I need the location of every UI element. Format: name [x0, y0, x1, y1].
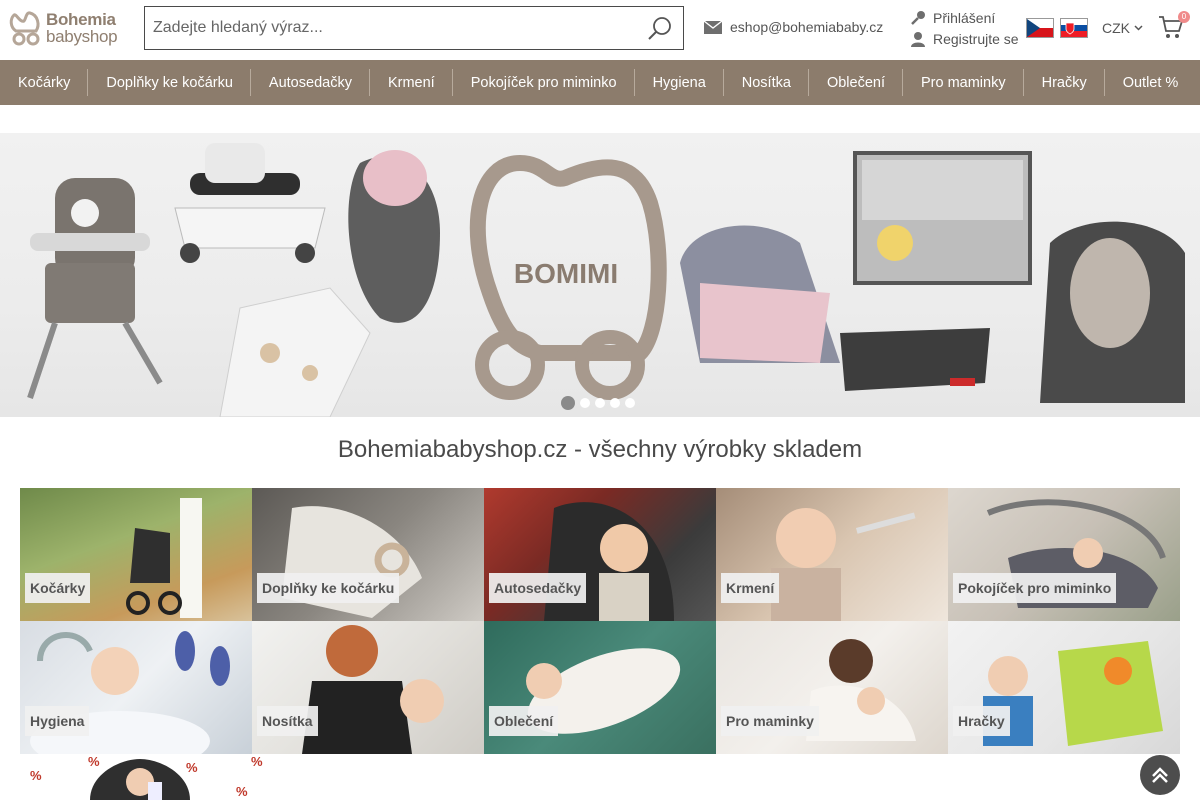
category-tile-doplnky-ke-kocarku[interactable]: Doplňky ke kočárku: [252, 488, 484, 621]
login-link[interactable]: Přihlášení: [910, 8, 1019, 28]
envelope-icon: [704, 20, 722, 34]
outlet-percent-mark: %: [236, 784, 248, 799]
logo-brand-text: Bohemia: [46, 10, 116, 29]
travel-cot-image: [853, 151, 1032, 285]
slovak-flag-icon[interactable]: [1060, 18, 1088, 38]
cart-button[interactable]: 0: [1158, 11, 1190, 42]
register-text: Registrujte se: [933, 31, 1019, 47]
hero-banner[interactable]: BOMIMI: [0, 133, 1200, 417]
chevron-up-icon: [1152, 767, 1168, 783]
category-tile-pro-maminky[interactable]: Pro maminky: [716, 621, 948, 754]
search-box: [144, 6, 684, 50]
login-text: Přihlášení: [933, 10, 996, 26]
cart-count-badge: 0: [1178, 11, 1190, 23]
category-tile-obleceni[interactable]: Oblečení: [484, 621, 716, 754]
user-icon: [911, 32, 925, 47]
nav-item-nositka[interactable]: Nosítka: [724, 60, 810, 105]
nav-item-pro-maminky[interactable]: Pro maminky: [903, 60, 1024, 105]
category-label: Hygiena: [25, 706, 90, 736]
category-tile-autosedacky[interactable]: Autosedačky: [484, 488, 716, 621]
category-tile-hracky[interactable]: Hračky: [948, 621, 1180, 754]
currency-selector[interactable]: CZK: [1102, 20, 1143, 36]
category-tile-nositka[interactable]: Nosítka: [252, 621, 484, 754]
category-label: Nosítka: [257, 706, 318, 736]
baby-carrier-image: [680, 225, 840, 363]
email-text: eshop@bohemiababy.cz: [730, 19, 884, 35]
slider-dot-5[interactable]: [625, 398, 635, 408]
nav-item-hygiena[interactable]: Hygiena: [635, 60, 724, 105]
slider-dot-2[interactable]: [580, 398, 590, 408]
category-label: Autosedačky: [489, 573, 587, 603]
category-tile-hygiena[interactable]: Hygiena: [20, 621, 252, 754]
scroll-to-top-button[interactable]: [1140, 755, 1180, 795]
outlet-percent-mark: %: [30, 768, 42, 783]
outlet-baby-photo: [90, 759, 190, 800]
account-links: Přihlášení Registrujte se: [910, 8, 1019, 50]
slider-dot-1[interactable]: [561, 396, 575, 410]
category-label: Pro maminky: [721, 706, 819, 736]
baby-walker-image: [174, 143, 326, 263]
booster-seat-image: [840, 328, 990, 391]
currency-label: CZK: [1102, 20, 1130, 36]
chevron-down-icon: [1134, 25, 1143, 31]
slider-dot-4[interactable]: [610, 398, 620, 408]
car-seat-image: [1040, 221, 1185, 403]
nav-item-doplnky-ke-kocarku[interactable]: Doplňky ke kočárku: [88, 60, 251, 105]
main-navigation: Kočárky Doplňky ke kočárku Autosedačky K…: [0, 60, 1200, 105]
category-tile-pokojicek[interactable]: Pokojíček pro miminko: [948, 488, 1180, 621]
czech-flag-icon[interactable]: [1026, 18, 1054, 38]
site-header: Bohemia babyshop eshop@bohemiababy.cz Př…: [0, 0, 1200, 58]
category-label: Pokojíček pro miminko: [953, 573, 1117, 603]
logo-sub-text: babyshop: [46, 27, 118, 46]
category-label: Hračky: [953, 706, 1010, 736]
category-label: Oblečení: [489, 706, 559, 736]
slider-dots: [561, 396, 640, 410]
nav-item-obleceni[interactable]: Oblečení: [809, 60, 904, 105]
nav-item-krmeni[interactable]: Krmení: [370, 60, 453, 105]
stroller-logo-icon: [9, 11, 40, 46]
slider-dot-3[interactable]: [595, 398, 605, 408]
nav-item-pokojicek[interactable]: Pokojíček pro miminko: [453, 60, 635, 105]
nav-item-outlet[interactable]: Outlet %: [1105, 60, 1197, 105]
category-tile-krmeni[interactable]: Krmení: [716, 488, 948, 621]
category-label: Doplňky ke kočárku: [257, 573, 400, 603]
category-tile-outlet[interactable]: % % % % %: [20, 754, 280, 800]
register-link[interactable]: Registrujte se: [910, 29, 1019, 49]
swaddle-blanket-image: [219, 287, 371, 417]
search-input[interactable]: [153, 7, 633, 49]
key-icon: [911, 11, 925, 25]
category-tile-kocarky[interactable]: Kočárky: [20, 488, 252, 621]
footmuff-image: [348, 150, 440, 323]
category-label: Kočárky: [25, 573, 91, 603]
nav-item-hracky[interactable]: Hračky: [1024, 60, 1105, 105]
contact-email[interactable]: eshop@bohemiababy.cz: [704, 19, 883, 35]
page-title: Bohemiababyshop.cz - všechny výrobky skl…: [337, 436, 863, 463]
category-grid: Kočárky Doplňky ke kočárku Autosedačky K…: [20, 488, 1196, 754]
bomimi-logo-image: BOMIMI: [469, 154, 667, 400]
site-logo[interactable]: Bohemia babyshop: [8, 8, 120, 48]
nav-item-autosedacky[interactable]: Autosedačky: [251, 60, 370, 105]
banner-products-image: BOMIMI: [27, 143, 1185, 417]
search-icon[interactable]: [647, 16, 673, 42]
banner-brand-text: BOMIMI: [514, 258, 618, 289]
outlet-percent-mark: %: [251, 754, 263, 769]
high-chair-image: [27, 178, 163, 399]
category-label: Krmení: [721, 573, 780, 603]
nav-item-kocarky[interactable]: Kočárky: [0, 60, 89, 105]
